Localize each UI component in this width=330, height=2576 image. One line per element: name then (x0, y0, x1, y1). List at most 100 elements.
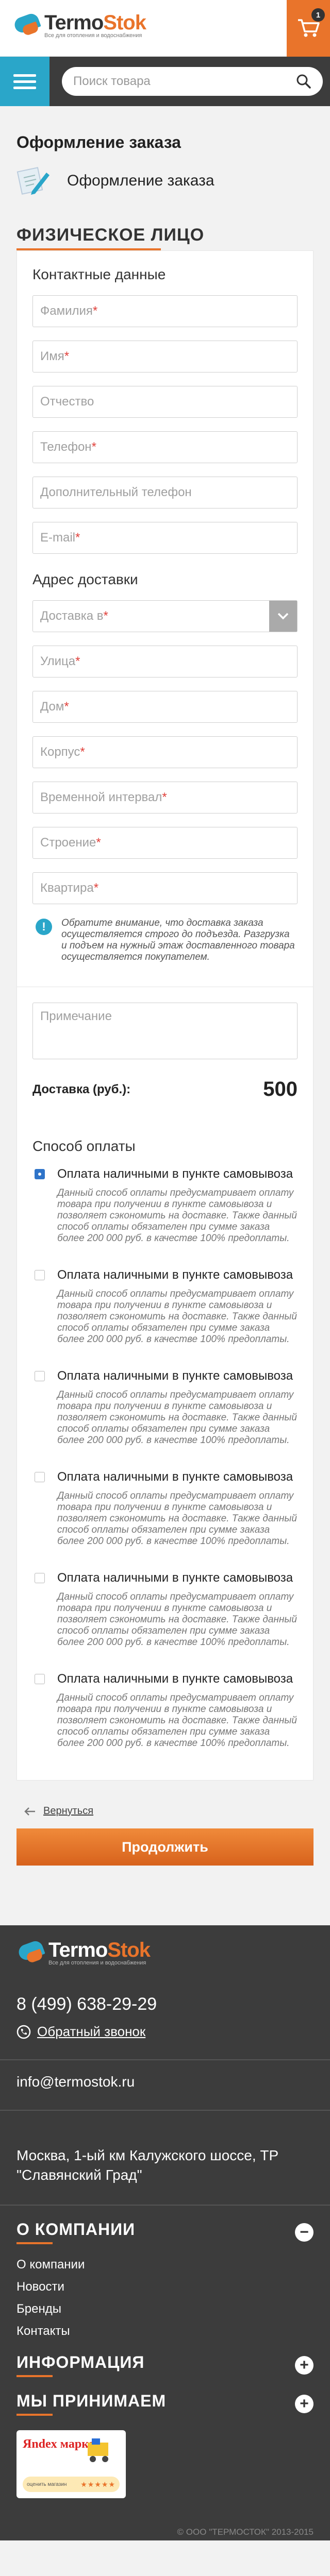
checkout-pencil-icon (16, 167, 50, 195)
callback-link[interactable]: Обратный звонок (16, 2024, 314, 2040)
divider (0, 2059, 330, 2060)
star-icon: ★★★★★ (80, 2480, 116, 2488)
payment-option-title: Оплата наличными в пункте самовывоза (57, 1571, 293, 1585)
continue-button[interactable]: Продолжить (16, 1828, 314, 1866)
search-icon[interactable] (296, 74, 311, 89)
footer-link-contacts[interactable]: Контакты (16, 2324, 314, 2338)
payment-checkbox[interactable] (35, 1674, 45, 1684)
payment-option-title: Оплата наличными в пункте самовывоза (57, 1167, 293, 1181)
back-link[interactable]: Вернуться (0, 1781, 330, 1828)
payment-option-title: Оплата наличными в пункте самовывоза (57, 1369, 293, 1383)
divider (0, 2205, 330, 2206)
footer-address: Москва, 1-ый км Калужского шоссе, ТР "Сл… (16, 2147, 279, 2183)
payment-option[interactable]: Оплата наличными в пункте самовывоза Дан… (32, 1672, 298, 1749)
footer-logo[interactable]: TermoStok Все для отопления и водоснабже… (16, 1938, 314, 1967)
footer-link-news[interactable]: Новости (16, 2280, 314, 2294)
expand-plus-icon[interactable]: + (295, 2355, 314, 2375)
payment-option-title: Оплата наличными в пункте самовывоза (57, 1268, 293, 1282)
divider (0, 2110, 330, 2111)
company-heading: О КОМПАНИИ (16, 2220, 136, 2239)
comment-textarea[interactable]: Примечание (32, 1003, 298, 1059)
time-interval-field[interactable]: Временной интервал * (32, 782, 298, 814)
accept-heading: МЫ ПРИНИМАЕМ (16, 2392, 167, 2410)
house-field[interactable]: Дом * (32, 691, 298, 723)
logo-text: TermoStok (44, 11, 146, 34)
email-field[interactable]: E-mail * (32, 522, 298, 554)
payment-option-desc: Данный способ оплаты предусматривает опл… (57, 1188, 297, 1244)
yandex-market-badge[interactable]: Яndex маркет оценить магазин ★★★★★ (16, 2430, 126, 2498)
payment-option[interactable]: Оплата наличными в пункте самовывоза Дан… (32, 1369, 298, 1446)
accept-section-header[interactable]: МЫ ПРИНИМАЕМ + (16, 2392, 314, 2416)
top-header: TermoStok Все для отопления и водоснабже… (0, 0, 330, 57)
first-name-field[interactable]: Имя * (32, 341, 298, 372)
logo-text: TermoStok (48, 1938, 151, 1961)
cart-button[interactable]: 1 (287, 0, 330, 57)
footer-phone[interactable]: 8 (499) 638-29-29 (16, 1994, 314, 2014)
payment-option-title: Оплата наличными в пункте самовывоза (57, 1672, 293, 1686)
payment-checkbox[interactable] (35, 1371, 45, 1381)
info-heading: ИНФОРМАЦИЯ (16, 2353, 145, 2371)
breadcrumb-current: Оформление заказа (67, 172, 214, 189)
footer-email[interactable]: info@termostok.ru (16, 2074, 314, 2090)
footer-link-about[interactable]: О компании (16, 2258, 314, 2272)
hamburger-menu-button[interactable] (0, 57, 50, 106)
callback-label: Обратный звонок (37, 2024, 146, 2039)
address-heading: Адрес доставки (32, 571, 138, 587)
payment-option-desc: Данный способ оплаты предусматривает опл… (57, 1591, 297, 1648)
apartment-field[interactable]: Квартира * (32, 872, 298, 904)
info-section-header[interactable]: ИНФОРМАЦИЯ + (16, 2353, 314, 2377)
delivery-cost: Доставка (руб.): 500 (32, 1078, 298, 1101)
checkout-form: Контактные данные Фамилия * Имя * Отчество… (16, 250, 314, 1781)
breadcrumb: Оформление заказа (16, 165, 314, 196)
structure-field[interactable]: Строение * (32, 827, 298, 859)
company-section-header[interactable]: О КОМПАНИИ − (16, 2220, 314, 2244)
extra-phone-field[interactable]: Дополнительный телефон (32, 477, 298, 509)
payment-option-title: Оплата наличными в пункте самовывоза (57, 1470, 293, 1484)
payment-option-desc: Данный способ оплаты предусматривает опл… (57, 1692, 297, 1749)
payment-option-desc: Данный способ оплаты предусматривает опл… (57, 1490, 297, 1547)
rating-bar: оценить магазин ★★★★★ (23, 2477, 120, 2492)
collapse-minus-icon[interactable]: − (295, 2223, 314, 2242)
chevron-down-icon (269, 601, 297, 632)
form-section-title: ФИЗИЧЕСКОЕ ЛИЦО (0, 210, 330, 250)
building-block-field[interactable]: Корпус * (32, 736, 298, 768)
delivery-cost-label: Доставка (руб.): (32, 1082, 131, 1096)
title-underline (16, 2414, 53, 2416)
footer-link-brands[interactable]: Бренды (16, 2302, 314, 2316)
rating-caption: оценить магазин (27, 2481, 67, 2487)
payment-option[interactable]: Оплата наличными в пункте самовывоза Дан… (32, 1571, 298, 1648)
logo-drop-icon (12, 10, 41, 39)
last-name-field[interactable]: Фамилия * (32, 295, 298, 327)
menu-line (13, 86, 36, 89)
search-box (62, 67, 323, 96)
back-arrow-icon (24, 1807, 35, 1816)
site-logo[interactable]: TermoStok Все для отопления и водоснабже… (12, 10, 146, 39)
page-head: Оформление заказа Оформление заказа (0, 106, 330, 210)
payment-checkbox[interactable] (35, 1472, 45, 1482)
search-input[interactable] (73, 74, 296, 89)
back-link-label: Вернуться (43, 1805, 94, 1817)
payment-checkbox[interactable] (35, 1573, 45, 1583)
phone-field[interactable]: Телефон * (32, 431, 298, 463)
expand-plus-icon[interactable]: + (295, 2394, 314, 2413)
phone-icon (16, 2025, 31, 2039)
site-footer: TermoStok Все для отопления и водоснабже… (0, 1925, 330, 2540)
menu-line (13, 74, 36, 77)
payment-option[interactable]: Оплата наличными в пункте самовывоза Дан… (32, 1470, 298, 1547)
delivery-notice: ! Обратите внимание, что доставка заказа… (32, 918, 298, 963)
cart-truck-icon (88, 2438, 108, 2462)
delivery-cost-value: 500 (263, 1078, 298, 1100)
middle-name-field[interactable]: Отчество (32, 386, 298, 418)
payment-checkbox[interactable] (35, 1169, 45, 1179)
street-field[interactable]: Улица * (32, 646, 298, 677)
menu-line (13, 80, 36, 83)
payment-option[interactable]: Оплата наличными в пункте самовывоза Дан… (32, 1167, 298, 1244)
payment-checkbox[interactable] (35, 1270, 45, 1280)
delivery-city-select[interactable]: Доставка в* (32, 600, 298, 632)
company-links: О компании Новости Бренды Контакты (16, 2258, 314, 2338)
search-bar (0, 57, 330, 106)
page-title: Оформление заказа (16, 133, 181, 151)
payment-option-desc: Данный способ оплаты предусматривает опл… (57, 1389, 297, 1446)
info-icon: ! (36, 919, 52, 935)
payment-option[interactable]: Оплата наличными в пункте самовывоза Дан… (32, 1268, 298, 1345)
